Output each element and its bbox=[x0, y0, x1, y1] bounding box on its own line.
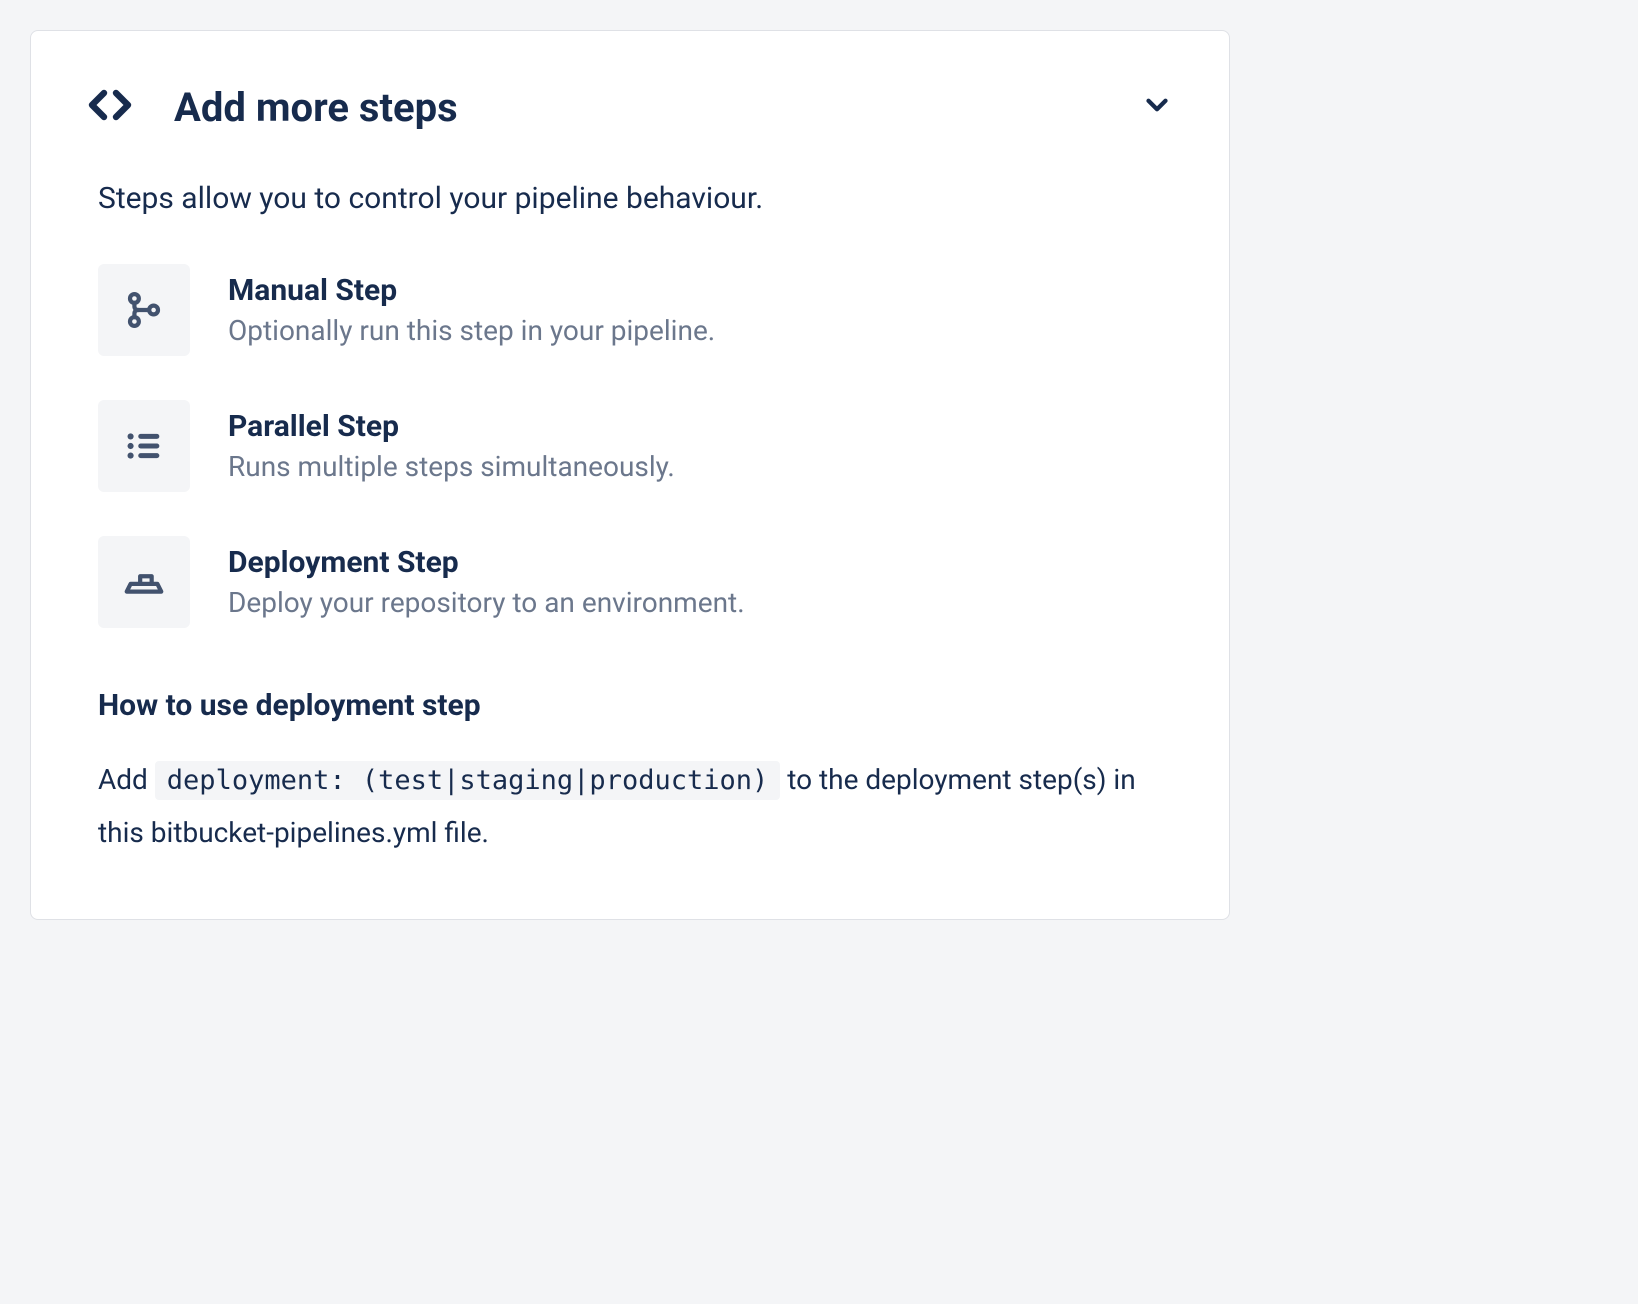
card-header[interactable]: Add more steps bbox=[86, 81, 1174, 133]
howto-code: deployment: (test|staging|production) bbox=[155, 761, 780, 800]
deployment-step-icon bbox=[98, 536, 190, 628]
add-steps-card: Add more steps Steps allow you to contro… bbox=[30, 30, 1230, 920]
howto-body: Add deployment: (test|staging|production… bbox=[98, 753, 1174, 859]
step-title: Parallel Step bbox=[228, 409, 1174, 444]
step-desc: Optionally run this step in your pipelin… bbox=[228, 314, 1174, 347]
step-title: Manual Step bbox=[228, 273, 1174, 308]
step-manual[interactable]: Manual Step Optionally run this step in … bbox=[98, 264, 1174, 356]
step-desc: Runs multiple steps simultaneously. bbox=[228, 450, 1174, 483]
step-parallel[interactable]: Parallel Step Runs multiple steps simult… bbox=[98, 400, 1174, 492]
manual-step-icon bbox=[98, 264, 190, 356]
howto-title: How to use deployment step bbox=[98, 688, 1174, 723]
howto-prefix: Add bbox=[98, 763, 155, 796]
intro-text: Steps allow you to control your pipeline… bbox=[98, 181, 1174, 216]
parallel-step-icon bbox=[98, 400, 190, 492]
step-title: Deployment Step bbox=[228, 545, 1174, 580]
page-title: Add more steps bbox=[174, 84, 458, 131]
chevron-down-icon[interactable] bbox=[1140, 88, 1174, 126]
step-deployment[interactable]: Deployment Step Deploy your repository t… bbox=[98, 536, 1174, 628]
code-icon bbox=[86, 81, 134, 133]
step-desc: Deploy your repository to an environment… bbox=[228, 586, 1174, 619]
